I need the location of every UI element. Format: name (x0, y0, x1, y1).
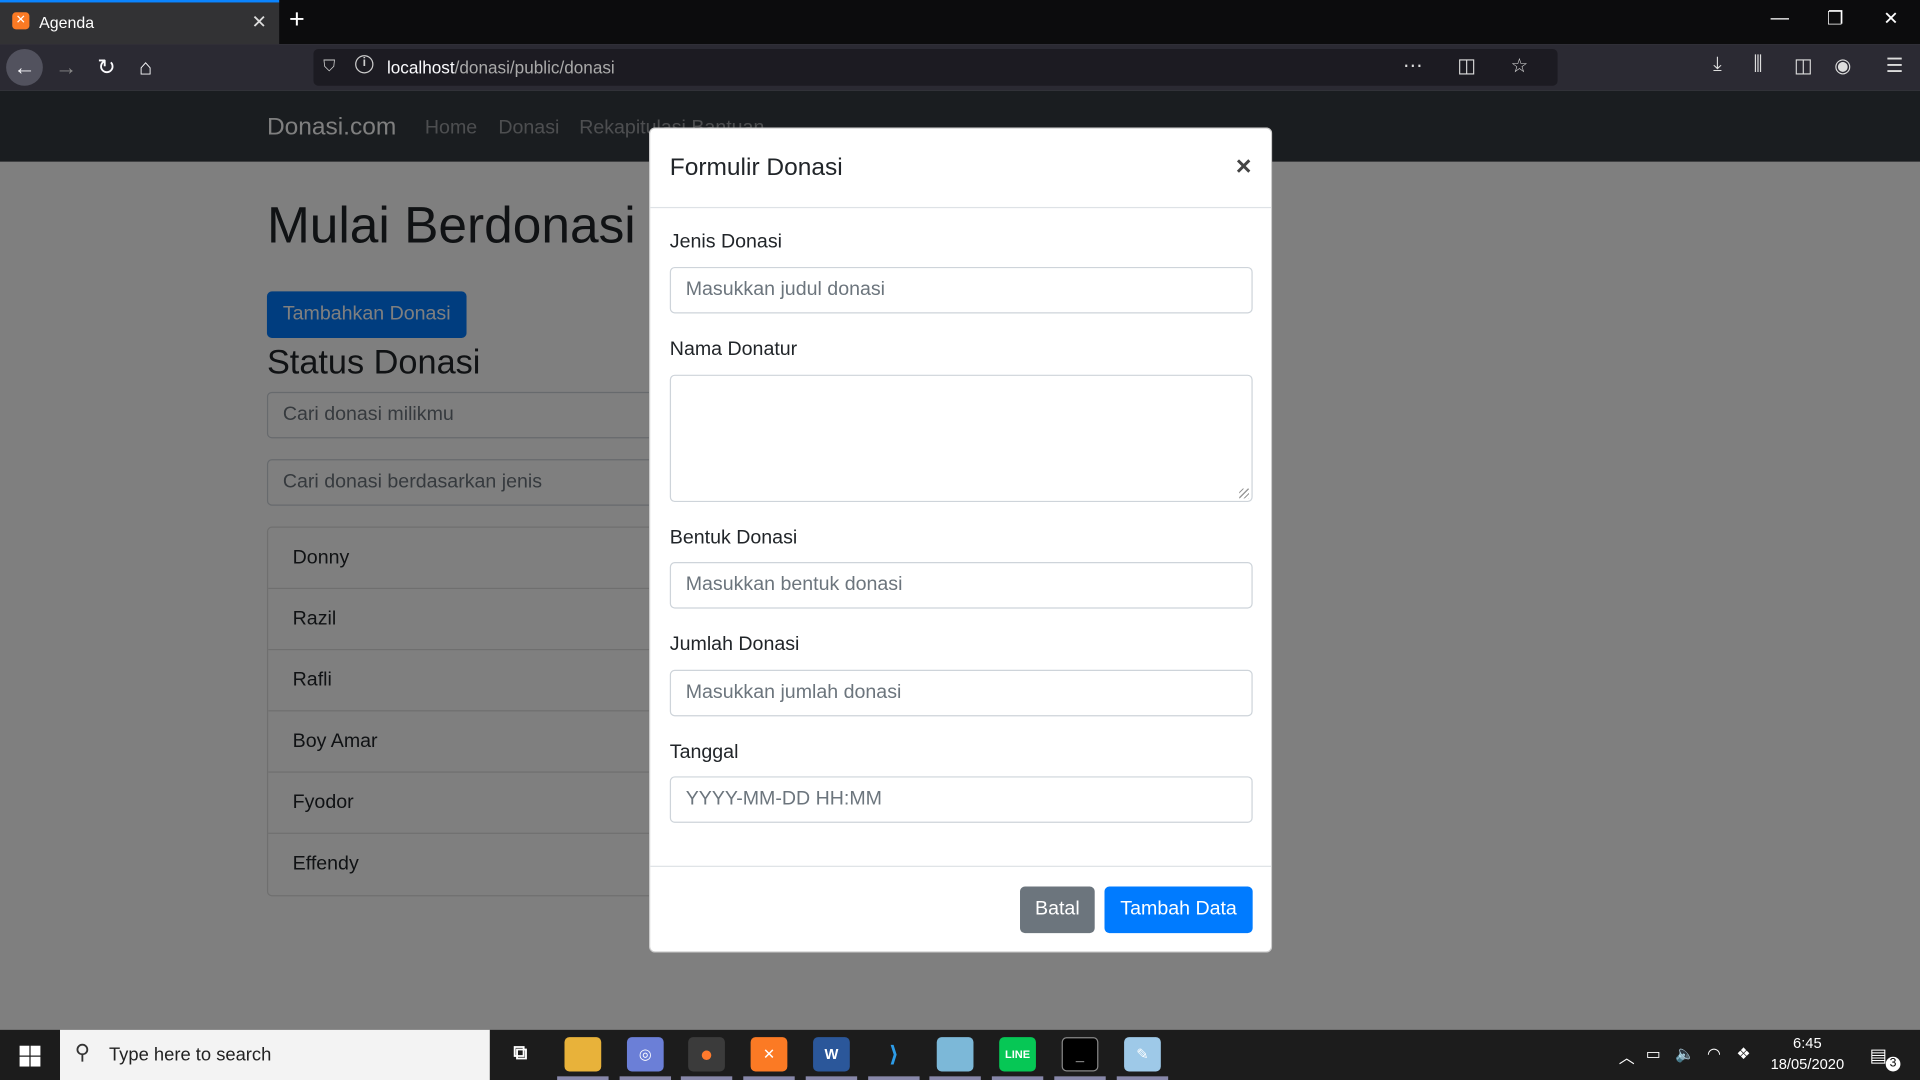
tracking-shield-icon[interactable]: ⛉ (323, 56, 335, 76)
running-indicator (557, 1076, 609, 1080)
sidebar-icon[interactable]: ◫ (1794, 54, 1813, 78)
url-text[interactable]: localhost/donasi/public/donasi (387, 58, 615, 78)
running-indicator (743, 1076, 795, 1080)
modal-footer-divider (650, 865, 1272, 867)
paint-icon[interactable]: ✎ (1124, 1037, 1161, 1072)
jenis-label: Jenis Donasi (669, 231, 782, 253)
modal-close-icon[interactable]: × (1236, 151, 1252, 183)
browser-tab-strip: ✕ Agenda ✕ + — ❐ ✕ (0, 0, 1920, 45)
running-indicator (929, 1076, 981, 1080)
address-bar[interactable]: ⛉ i localhost/donasi/public/donasi ⋯ ◫ ☆ (313, 48, 1558, 86)
file-explorer-icon[interactable] (564, 1037, 602, 1072)
modal-header-divider (650, 206, 1272, 209)
xampp-favicon-icon: ✕ (12, 12, 30, 30)
modal-title: Formulir Donasi (669, 154, 843, 182)
tab-title: Agenda (39, 13, 95, 32)
line-icon[interactable]: LINE (999, 1037, 1036, 1072)
jumlah-label: Jumlah Donasi (669, 634, 800, 656)
running-indicator (868, 1076, 920, 1080)
library-icon[interactable]: ⫼ (1753, 54, 1762, 76)
windows-start-icon[interactable] (0, 1030, 59, 1080)
page-actions-icon[interactable]: ⋯ ◫ ☆ (1403, 54, 1543, 78)
donation-form-modal: Formulir Donasi × Jenis Donasi Masukkan … (648, 127, 1273, 953)
reload-icon[interactable]: ↻ (88, 49, 125, 86)
account-icon[interactable]: ◉ (1834, 54, 1851, 78)
menu-icon[interactable]: ☰ (1886, 54, 1904, 78)
back-icon[interactable]: ← (6, 48, 43, 86)
restore-icon[interactable]: ❐ (1827, 7, 1843, 30)
word-icon[interactable]: W (813, 1037, 850, 1072)
terminal-icon[interactable]: _ (1061, 1037, 1099, 1072)
battery-icon[interactable]: ▭ (1646, 1044, 1661, 1064)
system-clock[interactable]: 6:45 18/05/2020 (1761, 1033, 1854, 1075)
tab-close-icon[interactable]: ✕ (252, 11, 267, 33)
minimize-icon[interactable]: — (1771, 7, 1789, 28)
wifi-icon[interactable]: ◠ (1707, 1044, 1721, 1064)
clock-time: 6:45 (1793, 1034, 1822, 1052)
bentuk-input[interactable]: Masukkan bentuk donasi (669, 562, 1253, 609)
notification-icon[interactable]: ▤ (1870, 1044, 1887, 1067)
firefox-icon[interactable]: ● (688, 1037, 725, 1072)
window-close-icon[interactable]: ✕ (1883, 7, 1898, 30)
jumlah-input[interactable]: Masukkan jumlah donasi (669, 669, 1253, 717)
site-info-icon[interactable]: i (355, 55, 374, 74)
cancel-button[interactable]: Batal (1020, 886, 1095, 934)
running-indicator (805, 1076, 858, 1080)
nama-label: Nama Donatur (669, 339, 798, 361)
home-icon[interactable]: ⌂ (127, 49, 164, 86)
vscode-icon[interactable]: ⟩ (876, 1037, 913, 1071)
running-indicator (991, 1076, 1044, 1080)
search-icon: ⚲ (74, 1040, 90, 1065)
tanggal-label: Tanggal (669, 742, 739, 763)
running-indicator (1054, 1076, 1106, 1080)
resize-grip-icon[interactable] (1239, 488, 1249, 499)
nama-textarea[interactable] (669, 374, 1253, 503)
running-indicator (619, 1076, 672, 1080)
dropbox-icon[interactable]: ❖ (1736, 1044, 1750, 1064)
bentuk-label: Bentuk Donasi (669, 527, 798, 549)
running-indicator (680, 1076, 733, 1080)
tanggal-input[interactable]: YYYY-MM-DD HH:MM (669, 776, 1253, 823)
taskbar-search-placeholder: Type here to search (108, 1044, 272, 1066)
submit-button[interactable]: Tambah Data (1104, 886, 1253, 934)
new-tab-button[interactable]: + (289, 4, 305, 36)
notification-badge: 3 (1885, 1056, 1901, 1072)
downloads-icon[interactable]: ⤓ (1713, 54, 1722, 76)
tray-chevron-icon[interactable]: ︿ (1619, 1044, 1635, 1067)
browser-toolbar: ← → ↻ ⌂ ⛉ i localhost/donasi/public/dona… (0, 44, 1920, 91)
xampp-icon[interactable]: ✕ (750, 1037, 788, 1072)
discord-icon[interactable]: ◎ (626, 1037, 664, 1072)
browser-tab[interactable]: ✕ Agenda ✕ (0, 0, 280, 45)
task-view-icon[interactable]: ⧉ (502, 1037, 539, 1071)
jenis-input[interactable]: Masukkan judul donasi (669, 266, 1253, 314)
running-indicator (1116, 1076, 1169, 1080)
app-icon[interactable] (936, 1037, 974, 1072)
windows-taskbar: ⚲ Type here to search ⧉ ◎ ● ✕ W ⟩ LINE _… (0, 1029, 1920, 1080)
volume-icon[interactable]: 🔈 (1675, 1044, 1695, 1064)
taskbar-search[interactable]: ⚲ Type here to search (60, 1029, 490, 1080)
clock-date: 18/05/2020 (1770, 1055, 1845, 1073)
forward-icon[interactable]: → (48, 49, 85, 86)
